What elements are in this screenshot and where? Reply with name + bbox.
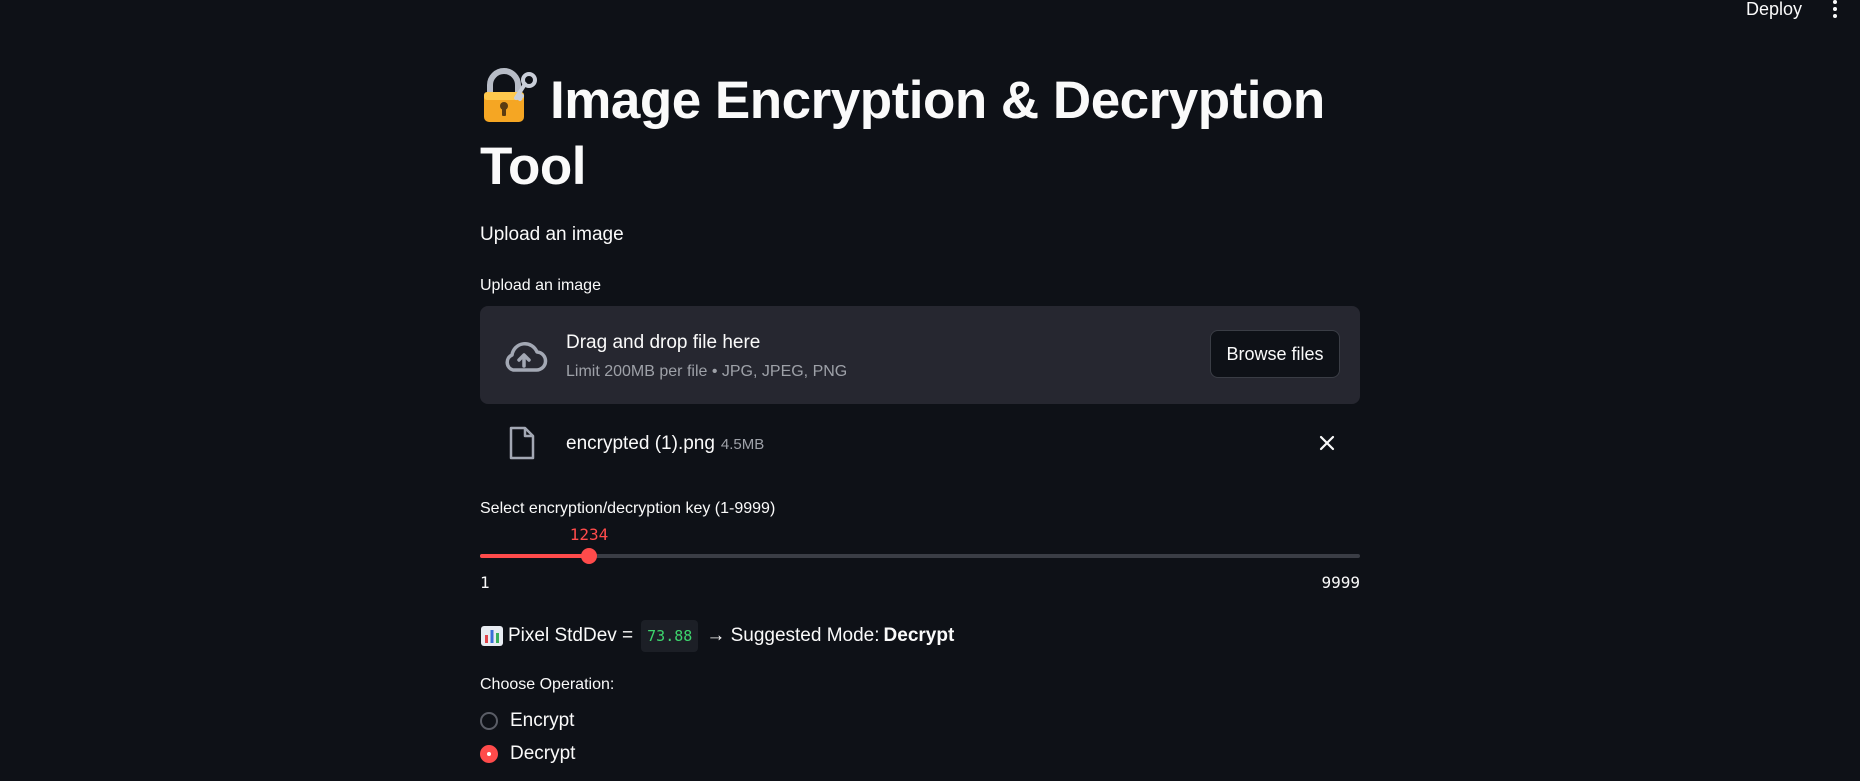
suggested-mode: Decrypt: [883, 625, 955, 646]
dropzone-limit-text: Limit 200MB per file • JPG, JPEG, PNG: [566, 363, 848, 380]
file-name-text: encrypted (1).png: [566, 433, 715, 454]
main-menu-button[interactable]: [1824, 0, 1846, 18]
stddev-value: 73.88: [641, 620, 699, 652]
bar-chart-icon: [481, 626, 503, 646]
stddev-prefix: Pixel StdDev =: [508, 625, 634, 646]
radio-encrypt-label: Encrypt: [510, 710, 575, 731]
key-slider-value: 1234: [569, 525, 609, 544]
key-slider[interactable]: 1234 1 9999: [480, 524, 1360, 594]
kebab-menu-icon: [1833, 0, 1837, 18]
page-title: Image Encryption & Decryption Tool: [480, 68, 1360, 200]
slider-track[interactable]: [480, 548, 1360, 564]
page-title-text: Image Encryption & Decryption Tool: [480, 71, 1325, 196]
deploy-button[interactable]: Deploy: [1738, 0, 1810, 18]
radio-decrypt-label: Decrypt: [510, 743, 576, 764]
uploaded-file-row: encrypted (1).png 4.5MB: [480, 418, 1360, 470]
slider-min-label: 1: [480, 573, 490, 592]
radio-encrypt-indicator[interactable]: [480, 712, 498, 730]
browse-files-button[interactable]: Browse files: [1210, 330, 1340, 378]
radio-decrypt[interactable]: Decrypt: [480, 743, 575, 765]
operation-label: Choose Operation:: [480, 676, 615, 693]
remove-file-button[interactable]: [1314, 430, 1340, 456]
file-dropzone[interactable]: Drag and drop file here Limit 200MB per …: [480, 306, 1360, 404]
slider-max-label: 9999: [1321, 573, 1360, 592]
close-icon: [1319, 435, 1335, 451]
dropzone-instructions: Drag and drop file here: [566, 332, 761, 353]
file-name: encrypted (1).png 4.5MB: [566, 432, 764, 457]
radio-decrypt-indicator[interactable]: [480, 745, 498, 763]
uploader-label: Upload an image: [480, 277, 601, 294]
cloud-upload-icon: [505, 342, 548, 372]
radio-encrypt[interactable]: Encrypt: [480, 710, 574, 732]
key-slider-label: Select encryption/decryption key (1-9999…: [480, 500, 776, 517]
file-icon: [509, 426, 535, 460]
page-subtitle: Upload an image: [480, 224, 624, 245]
slider-fill: [480, 554, 589, 558]
lock-with-key-icon: [484, 68, 537, 122]
stddev-message: Pixel StdDev = 73.88 → Suggested Mode: D…: [480, 620, 954, 652]
app-page: Deploy Image Encryption & Decryption Too…: [0, 0, 1860, 781]
suggested-mode-text: → Suggested Mode:: [706, 625, 880, 646]
slider-thumb[interactable]: [581, 548, 597, 564]
file-size: 4.5MB: [720, 436, 765, 453]
